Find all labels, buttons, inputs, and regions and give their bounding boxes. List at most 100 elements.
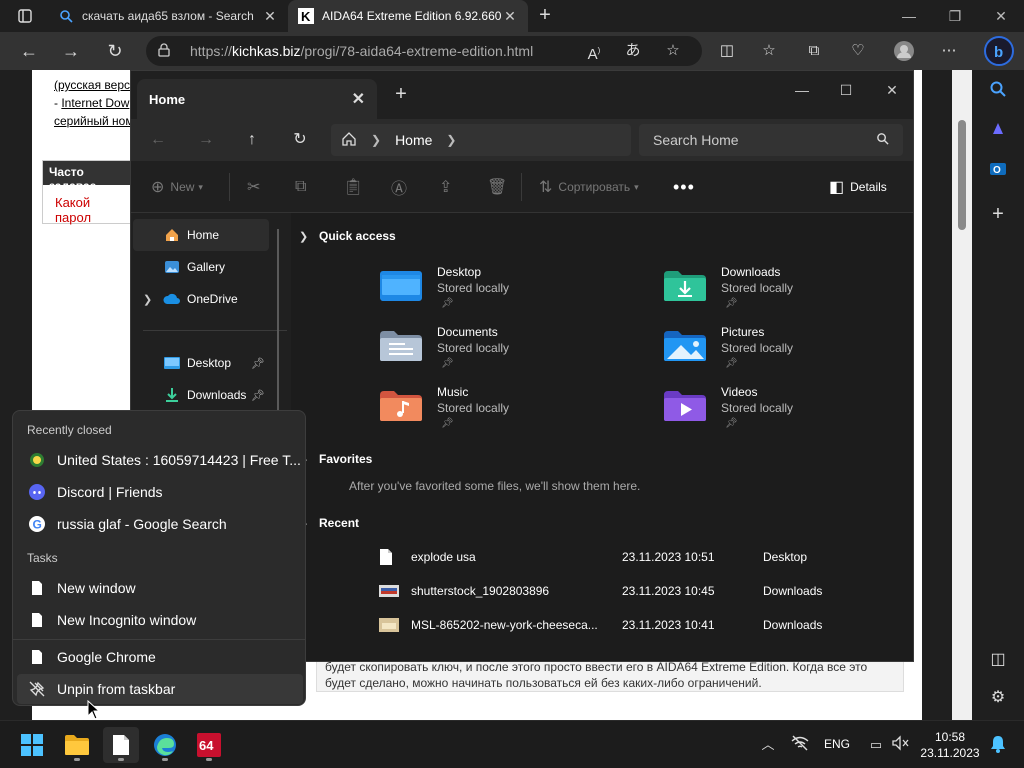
chevron-right-icon[interactable]: ❯ [446,133,456,147]
rename-icon[interactable]: Ⓐ [391,175,413,199]
refresh-icon[interactable]: ↻ [102,39,128,63]
new-tab-button[interactable]: + [534,4,556,28]
up-icon[interactable]: ↑ [239,127,265,153]
settings-gear-icon[interactable]: ⚙ [986,686,1010,710]
copilot-icon[interactable]: b [984,36,1014,66]
quick-access-music[interactable]: Music Stored locally 📌︎ [379,385,639,441]
edge-icon[interactable] [147,727,183,763]
read-aloud-icon[interactable]: A) [583,40,605,63]
nav-item-home[interactable]: Home [133,219,269,251]
copy-icon[interactable]: ⧉ [295,175,312,199]
explorer-address-bar[interactable]: ❯ Home ❯ [331,124,631,156]
quick-access-videos[interactable]: Videos Stored locally 📌︎ [663,385,913,441]
sort-button[interactable]: ⇅ Сортировать ▾ [539,175,639,199]
close-tab-icon[interactable]: ✕ [502,8,518,25]
split-screen-icon[interactable]: ◫ [716,40,738,62]
new-button[interactable]: ⊕ New ▾ [151,175,203,199]
jump-item-recent[interactable]: United States : 16059714423 | Free T... [17,445,303,475]
speaker-muted-icon[interactable] [890,735,910,755]
page-link[interactable]: (русская верс [54,78,130,92]
quick-access-documents[interactable]: Documents Stored locally 📌︎ [379,325,639,381]
copilot-sidebar-icon[interactable] [986,120,1010,144]
downloads-folder-icon [163,386,181,404]
pin-icon[interactable]: 📌︎ [251,357,265,370]
search-icon[interactable] [986,80,1010,104]
close-window-icon[interactable]: ✕ [978,0,1024,32]
close-window-icon[interactable]: ✕ [869,75,915,105]
document-app-icon[interactable] [103,727,139,763]
nav-item-onedrive[interactable]: ❯ OneDrive [133,283,269,315]
scrollbar-thumb[interactable] [958,120,966,230]
details-button[interactable]: ◧ Details [829,175,887,199]
start-icon[interactable] [14,727,50,763]
tasks-title: Tasks [27,551,58,565]
delete-icon[interactable]: 🗑︎ [487,175,513,199]
recent-row[interactable]: shutterstock_1902803896 23.11.2023 10:45… [379,579,913,603]
profile-avatar-icon[interactable] [893,40,915,62]
input-language[interactable]: ENG [824,737,850,751]
explorer-navbar: ← → ↑ ↻ ❯ Home ❯ Search Home [131,119,913,161]
quick-access-downloads[interactable]: Downloads Stored locally 📌︎ [663,265,913,321]
notification-bell-icon[interactable] [988,735,1008,755]
quick-access-desktop[interactable]: Desktop Stored locally 📌︎ [379,265,639,321]
back-icon[interactable]: ← [16,39,42,63]
quick-access-header[interactable]: ❯ Quick access [299,229,396,243]
page-link[interactable]: Internet Dow [61,96,129,110]
close-tab-icon[interactable]: ✕ [352,89,365,109]
favorite-star-icon[interactable]: ☆ [662,40,684,62]
more-options-button[interactable]: ••• [673,175,695,199]
forward-icon[interactable]: → [58,39,84,63]
file-explorer-icon[interactable] [59,727,95,763]
paste-icon[interactable]: 📋︎ [343,175,369,199]
nav-item-gallery[interactable]: Gallery [133,251,269,283]
share-icon[interactable]: ⇪ [439,175,458,199]
maximize-icon[interactable]: ☐ [823,75,869,105]
forward-icon[interactable]: → [193,127,219,153]
jump-item-recent[interactable]: G russia glaf - Google Search [17,509,303,539]
tab-search[interactable]: скачать аида65 взлом - Search ✕ [48,0,288,32]
explorer-new-tab-button[interactable]: + [391,84,411,105]
tab-aida64[interactable]: K AIDA64 Extreme Edition 6.92.660 ✕ [288,0,528,32]
recent-header[interactable]: ❯ Recent [299,516,359,530]
unpin-from-taskbar-button[interactable]: Unpin from taskbar [17,674,303,704]
section-title: Favorites [319,452,373,466]
tab-actions-icon[interactable] [8,4,42,28]
aida64-icon[interactable]: 64 [191,727,227,763]
minimize-icon[interactable]: — [886,0,932,32]
more-menu-icon[interactable]: ⋯ [938,40,960,62]
browser-essentials-icon[interactable]: ♡ [847,40,869,62]
add-sidebar-app-icon[interactable]: + [986,202,1010,226]
recent-row[interactable]: MSL-865202-new-york-cheeseca... 23.11.20… [379,613,913,637]
system-clock[interactable]: 10:58 23.11.2023 [918,729,982,761]
jump-item-app[interactable]: Google Chrome [17,642,303,672]
refresh-icon[interactable]: ↻ [287,127,313,153]
page-scrollbar[interactable] [952,70,972,720]
minimize-icon[interactable]: — [779,75,825,105]
page-link[interactable]: серийный ном [54,114,134,128]
close-tab-icon[interactable]: ✕ [262,8,278,25]
chevron-up-icon[interactable]: ︿ [758,735,778,755]
restore-icon[interactable]: ❐ [932,0,978,32]
hide-sidebar-icon[interactable]: ◫ [986,648,1010,672]
quick-access-pictures[interactable]: Pictures Stored locally 📌︎ [663,325,913,381]
chevron-right-icon[interactable]: ❯ [143,293,152,306]
collections-icon[interactable]: ⧉ [803,40,825,62]
outlook-icon[interactable]: O [986,160,1010,184]
back-icon[interactable]: ← [145,127,171,153]
address-bar[interactable]: https://kichkas.biz/progi/78-aida64-extr… [146,36,702,66]
cut-icon[interactable]: ✂ [247,175,266,199]
pin-icon[interactable]: 📌︎ [251,389,265,402]
network-off-icon[interactable] [790,735,810,755]
translate-icon[interactable]: あ [622,40,644,62]
favorites-header[interactable]: ❯ Favorites [299,452,373,466]
explorer-tab-home[interactable]: Home ✕ [137,79,377,119]
nav-item-desktop[interactable]: Desktop 📌︎ [133,347,269,379]
jump-item-task[interactable]: New window [17,573,303,603]
explorer-search-input[interactable]: Search Home [639,124,903,156]
favorites-icon[interactable]: ☆ [758,40,780,62]
display-icon[interactable]: ▭ [866,735,886,755]
recent-row[interactable]: explode usa 23.11.2023 10:51 Desktop [379,545,913,569]
nav-item-downloads[interactable]: Downloads 📌︎ [133,379,269,411]
jump-item-recent[interactable]: Discord | Friends [17,477,303,507]
jump-item-task[interactable]: New Incognito window [17,605,303,635]
